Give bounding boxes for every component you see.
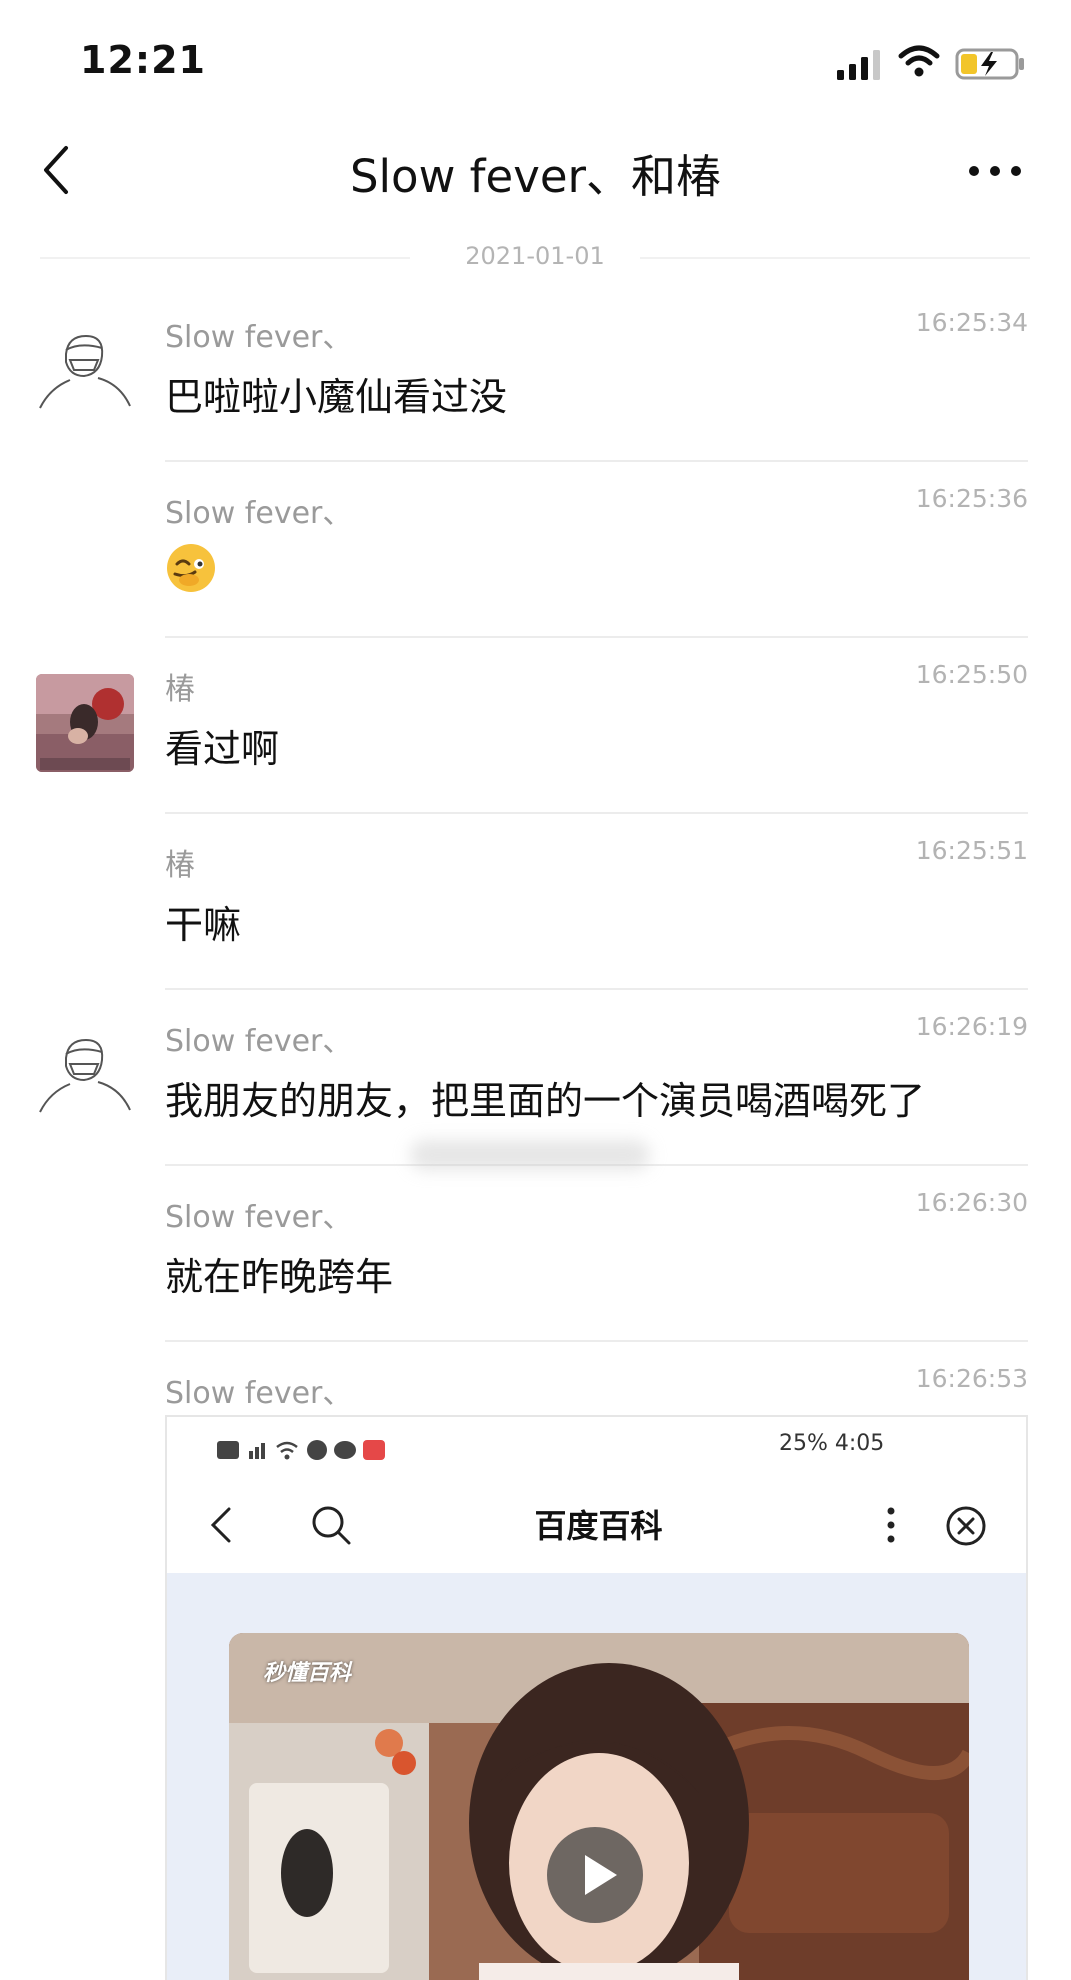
- chat-nav-bar: Slow fever、和椿: [0, 120, 1071, 230]
- message-time: 16:25:34: [915, 308, 1028, 337]
- avatar-sketch[interactable]: [36, 1026, 134, 1124]
- cellular-signal-icon: [837, 50, 880, 80]
- message-time: 16:26:53: [915, 1364, 1028, 1393]
- status-time: 12:21: [80, 38, 206, 82]
- wifi-icon: [898, 45, 940, 77]
- message-time: 16:25:50: [915, 660, 1028, 689]
- message-sender: 椿: [165, 848, 195, 883]
- embedded-nav-title: 百度百科: [534, 1507, 663, 1545]
- message-text[interactable]: 干嘛: [165, 894, 241, 949]
- play-button-icon[interactable]: [545, 1825, 645, 1925]
- battery-charging-icon: [955, 48, 1024, 80]
- message-time: 16:25:36: [915, 484, 1028, 513]
- embedded-status-bar: 25% 4:05: [167, 1417, 1026, 1477]
- message-sender: Slow fever、: [165, 1200, 353, 1235]
- message-item[interactable]: Slow fever、 16:26:53: [0, 1342, 1071, 1422]
- embedded-status-right: 25% 4:05: [779, 1431, 885, 1456]
- message-time: 16:25:51: [915, 836, 1028, 865]
- message-sender: Slow fever、: [165, 1376, 353, 1411]
- message-sender: 椿: [165, 672, 195, 707]
- message-item[interactable]: 椿 16:25:51 干嘛: [0, 814, 1071, 990]
- embedded-video-thumbnail: 秒懂百科: [229, 1633, 969, 1980]
- embedded-close-icon: [946, 1506, 986, 1546]
- avatar-sketch[interactable]: [36, 322, 134, 420]
- embedded-more-icon: [887, 1507, 895, 1543]
- message-sender: Slow fever、: [165, 1024, 353, 1059]
- chat-title: Slow fever、和椿: [349, 150, 722, 203]
- message-text[interactable]: 巴啦啦小魔仙看过没: [165, 366, 507, 421]
- embedded-status-icons: [217, 1440, 385, 1460]
- message-text[interactable]: 就在昨晚跨年: [165, 1246, 393, 1301]
- video-watermark: 秒懂百科: [263, 1661, 352, 1686]
- wink-emoji-icon[interactable]: [165, 542, 217, 594]
- message-item[interactable]: Slow fever、 16:26:30 就在昨晚跨年: [0, 1166, 1071, 1342]
- message-sender: Slow fever、: [165, 320, 353, 355]
- message-time: 16:26:19: [915, 1012, 1028, 1041]
- more-options-icon[interactable]: [960, 146, 1030, 196]
- avatar-photo[interactable]: [36, 674, 134, 772]
- message-item[interactable]: Slow fever、 16:25:34 巴啦啦小魔仙看过没: [0, 286, 1071, 462]
- message-text[interactable]: 看过啊: [165, 718, 279, 773]
- message-time: 16:26:30: [915, 1188, 1028, 1217]
- embedded-nav-bar: 百度百科: [167, 1477, 1026, 1573]
- message-sender: Slow fever、: [165, 496, 353, 531]
- message-text[interactable]: 我朋友的朋友，把里面的一个演员喝酒喝死了: [165, 1070, 925, 1125]
- message-item[interactable]: Slow fever、 16:25:36: [0, 462, 1071, 638]
- embedded-page-body: 秒懂百科: [167, 1573, 1026, 1980]
- status-bar: 12:21: [0, 0, 1071, 120]
- date-label: 2021-01-01: [465, 242, 605, 270]
- shared-screenshot-image[interactable]: 25% 4:05 百度百科 秒懂百科: [165, 1415, 1028, 1980]
- message-item[interactable]: 椿 16:25:50 看过啊: [0, 638, 1071, 814]
- date-divider: 2021-01-01: [40, 238, 1030, 278]
